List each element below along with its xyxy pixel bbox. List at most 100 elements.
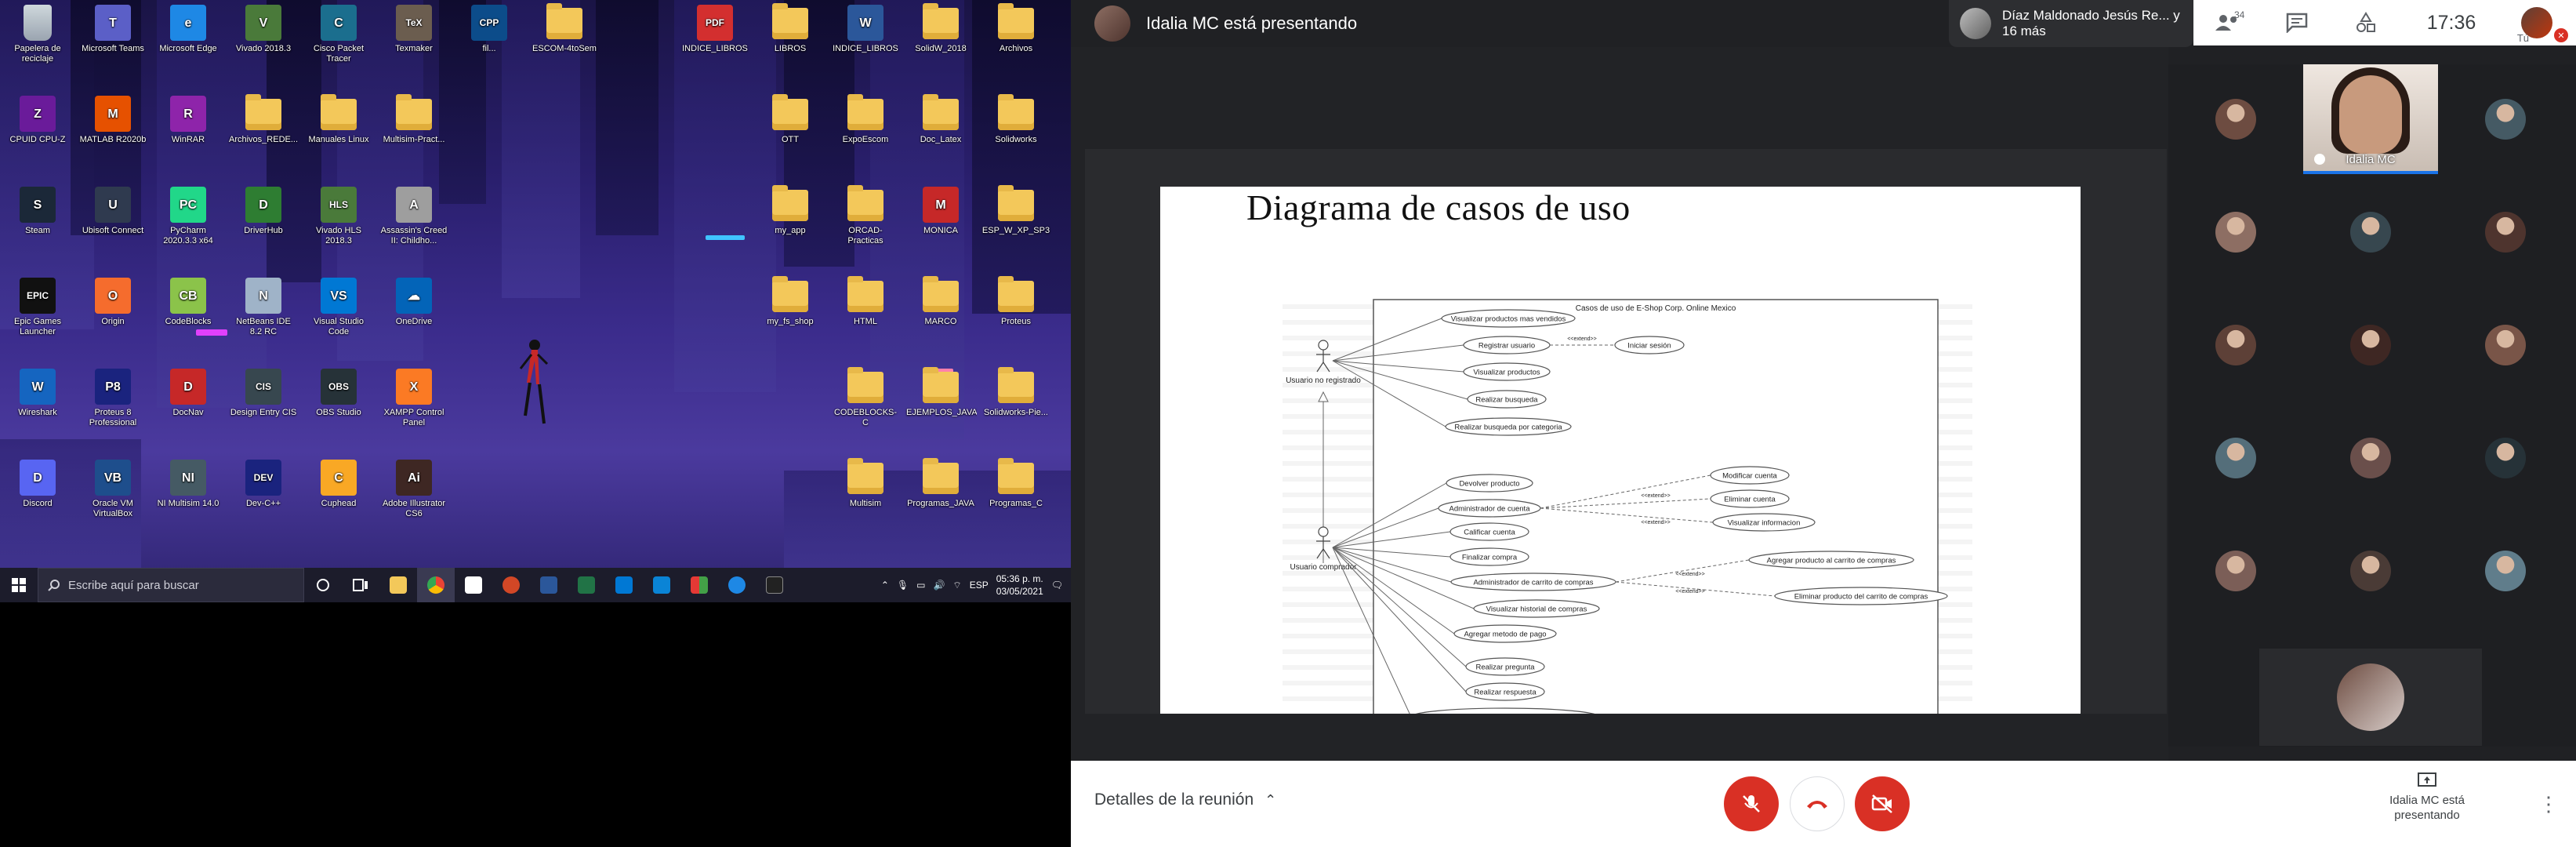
notification-icon[interactable]: 🗨 [1051, 580, 1063, 591]
desktop-icon[interactable]: W Wireshark [2, 364, 74, 450]
desktop-icon[interactable]: V Vivado 2018.3 [227, 0, 299, 86]
taskbar-word[interactable] [530, 568, 568, 602]
taskbar-vscode[interactable] [643, 568, 680, 602]
desktop-icon[interactable]: Doc_Latex [905, 91, 977, 177]
taskbar-edge[interactable] [718, 568, 756, 602]
chat-button[interactable] [2262, 0, 2331, 45]
participant-tile[interactable] [2303, 177, 2438, 287]
desktop-icon[interactable]: M MONICA [905, 182, 977, 268]
taskbar-terminal[interactable] [756, 568, 793, 602]
desktop-icon[interactable]: SolidW_2018 [905, 0, 977, 86]
participant-tile[interactable] [2438, 516, 2573, 626]
more-options-button[interactable]: ⋮ [2537, 784, 2560, 823]
activities-button[interactable] [2331, 0, 2400, 45]
desktop-icon[interactable]: DEV Dev-C++ [227, 455, 299, 541]
desktop-icon[interactable]: VS Visual Studio Code [303, 273, 375, 359]
taskbar-outlook[interactable] [605, 568, 643, 602]
desktop-icon[interactable]: my_app [754, 182, 826, 268]
taskbar-clock[interactable]: 05:36 p. m. 03/05/2021 [996, 573, 1043, 598]
leave-call-button[interactable] [1790, 776, 1845, 831]
desktop-icon[interactable]: N NetBeans IDE 8.2 RC [227, 273, 299, 359]
battery-icon[interactable]: ▭ [916, 580, 925, 591]
participant-tile[interactable] [2303, 403, 2438, 513]
participant-tile-large[interactable] [2259, 649, 2482, 746]
desktop-icon[interactable]: HTML [829, 273, 902, 359]
desktop-icon[interactable]: D Discord [2, 455, 74, 541]
taskbar-excel[interactable] [568, 568, 605, 602]
language-indicator[interactable]: ESP [970, 580, 989, 591]
taskbar-powerpoint[interactable] [492, 568, 530, 602]
desktop-icon[interactable]: Solidworks-Pie... [980, 364, 1052, 450]
desktop-icon[interactable]: Manuales Linux [303, 91, 375, 177]
self-video-tile[interactable]: Idalia MC [2303, 64, 2438, 174]
participant-tile[interactable] [2168, 290, 2303, 400]
volume-icon[interactable]: 🔊 [933, 580, 945, 591]
microphone-toggle-button[interactable] [1724, 776, 1779, 831]
desktop-icon[interactable]: M MATLAB R2020b [77, 91, 149, 177]
desktop-icon[interactable]: PDF INDICE_LIBROS [679, 0, 751, 86]
camera-toggle-button[interactable] [1855, 776, 1910, 831]
present-now-button[interactable]: Idalia MC está presentando [2372, 772, 2482, 823]
desktop-icon[interactable]: Archivos [980, 0, 1052, 86]
desktop-icon[interactable]: EJEMPLOS_JAVA [905, 364, 977, 450]
start-button[interactable] [0, 568, 38, 602]
self-avatar-button[interactable]: ✕ [2502, 0, 2571, 45]
desktop-icon[interactable]: ESP_W_XP_SP3 [980, 182, 1052, 268]
microphone-icon[interactable]: 🎙 [897, 580, 909, 591]
desktop-icon[interactable]: OTT [754, 91, 826, 177]
desktop-icon[interactable]: TeX Texmaker [378, 0, 450, 86]
desktop-icon[interactable]: X XAMPP Control Panel [378, 364, 450, 450]
chevron-up-icon[interactable]: ⌃ [881, 580, 889, 591]
desktop-icon[interactable]: C Cisco Packet Tracer [303, 0, 375, 86]
desktop-icon[interactable]: T Microsoft Teams [77, 0, 149, 86]
participant-tile[interactable] [2168, 403, 2303, 513]
desktop-icon[interactable]: R WinRAR [152, 91, 224, 177]
desktop-icon[interactable]: ESCOM-4toSem [528, 0, 600, 86]
participant-tile[interactable] [2303, 290, 2438, 400]
participant-tile[interactable] [2438, 177, 2573, 287]
desktop-icon[interactable]: PC PyCharm 2020.3.3 x64 [152, 182, 224, 268]
desktop-icon[interactable]: MARCO [905, 273, 977, 359]
participant-tile[interactable] [2438, 64, 2573, 174]
desktop-icon[interactable]: Papelera de reciclaje [2, 0, 74, 86]
desktop-icon[interactable]: CODEBLOCKS-C [829, 364, 902, 450]
desktop-icon[interactable]: U Ubisoft Connect [77, 182, 149, 268]
desktop-icon[interactable]: OBS OBS Studio [303, 364, 375, 450]
desktop-icon[interactable]: Solidworks [980, 91, 1052, 177]
desktop-icon[interactable]: CIS Design Entry CIS [227, 364, 299, 450]
participant-tile[interactable] [2168, 516, 2303, 626]
desktop-icon[interactable]: VB Oracle VM VirtualBox [77, 455, 149, 541]
desktop-icon[interactable]: ☁ OneDrive [378, 273, 450, 359]
desktop-icon[interactable]: D DocNav [152, 364, 224, 450]
participant-tile[interactable] [2168, 177, 2303, 287]
participant-tile[interactable] [2438, 403, 2573, 513]
desktop-icon[interactable]: O Origin [77, 273, 149, 359]
desktop-icon[interactable]: Multisim-Pract... [378, 91, 450, 177]
desktop-icon[interactable]: EPIC Epic Games Launcher [2, 273, 74, 359]
desktop-icon[interactable]: my_fs_shop [754, 273, 826, 359]
taskbar-chrome[interactable] [417, 568, 455, 602]
desktop-icon[interactable]: Programas_JAVA [905, 455, 977, 541]
desktop-icon[interactable]: A Assassin's Creed II: Childho... [378, 182, 450, 268]
taskbar-app-grid[interactable] [680, 568, 718, 602]
desktop-icon[interactable]: Programas_C [980, 455, 1052, 541]
participant-tile[interactable] [2168, 64, 2303, 174]
network-icon[interactable]: ⌔ [952, 580, 961, 591]
people-button[interactable]: 34 [2193, 0, 2262, 45]
desktop-icon[interactable]: HLS Vivado HLS 2018.3 [303, 182, 375, 268]
taskbar-search-box[interactable]: Escribe aquí para buscar [38, 568, 304, 602]
desktop-icon[interactable]: Archivos_REDE... [227, 91, 299, 177]
participants-summary[interactable]: Díaz Maldonado Jesús Re... y 16 más [1949, 0, 2193, 47]
taskbar-store[interactable] [455, 568, 492, 602]
task-view-button[interactable] [342, 568, 379, 602]
taskbar-file-explorer[interactable] [379, 568, 417, 602]
desktop-icon[interactable]: NI NI Multisim 14.0 [152, 455, 224, 541]
desktop-icon[interactable]: S Steam [2, 182, 74, 268]
desktop-icon[interactable]: Multisim [829, 455, 902, 541]
desktop-icon[interactable]: P8 Proteus 8 Professional [77, 364, 149, 450]
desktop-icon[interactable]: D DriverHub [227, 182, 299, 268]
participant-tile[interactable] [2303, 516, 2438, 626]
desktop-icon[interactable]: ORCAD-Practicas [829, 182, 902, 268]
participant-tile[interactable] [2438, 290, 2573, 400]
cortana-button[interactable] [304, 568, 342, 602]
